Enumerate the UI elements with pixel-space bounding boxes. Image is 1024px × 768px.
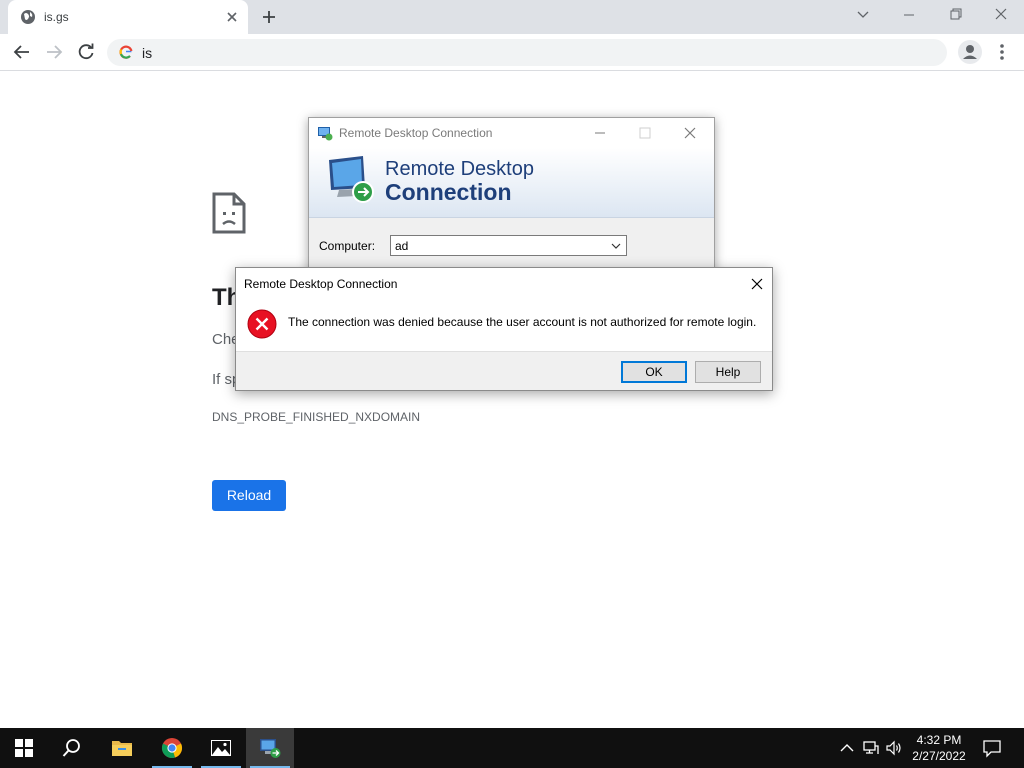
rdc-title-bar[interactable]: Remote Desktop Connection: [309, 118, 714, 148]
dialog-button-bar: OK Help: [236, 351, 772, 390]
browser-toolbar: is: [0, 34, 1024, 71]
taskbar-chrome[interactable]: [148, 728, 196, 768]
taskbar-file-explorer[interactable]: [98, 728, 146, 768]
image-icon: [211, 740, 231, 756]
computer-combobox[interactable]: ad: [390, 235, 627, 256]
dialog-close-icon[interactable]: [749, 276, 765, 292]
search-icon: [62, 739, 80, 757]
taskbar-search-button[interactable]: [48, 728, 96, 768]
rdc-banner-line1: Remote Desktop: [385, 158, 534, 180]
close-window-icon[interactable]: [990, 6, 1012, 24]
tab-title: is.gs: [44, 10, 69, 24]
taskbar-remote-desktop[interactable]: [246, 728, 294, 768]
reload-icon[interactable]: [76, 42, 96, 62]
rdc-window-title: Remote Desktop Connection: [339, 126, 493, 140]
back-arrow-icon[interactable]: [12, 42, 32, 62]
rdc-banner-line2: Connection: [385, 179, 512, 205]
tab-search-chevron-icon[interactable]: [852, 6, 874, 24]
address-text: is: [142, 45, 153, 61]
taskbar-clock[interactable]: 4:32 PM 2/27/2022: [906, 732, 972, 764]
chevron-down-icon[interactable]: [610, 240, 622, 252]
browser-tab[interactable]: is.gs: [8, 0, 248, 34]
rdc-minimize-icon[interactable]: [592, 125, 608, 141]
sad-page-icon: [212, 192, 246, 234]
windows-logo-icon: [15, 739, 33, 757]
chevron-up-icon[interactable]: [838, 739, 856, 757]
forward-arrow-icon[interactable]: [44, 42, 64, 62]
remote-desktop-app-icon: [318, 127, 333, 141]
clock-date: 2/27/2022: [912, 749, 966, 763]
volume-icon[interactable]: [885, 739, 903, 757]
error-dialog-title: Remote Desktop Connection: [244, 277, 398, 291]
start-button[interactable]: [0, 728, 48, 768]
remote-desktop-monitor-icon: [329, 156, 374, 203]
taskbar-photos[interactable]: [197, 728, 245, 768]
profile-avatar-icon[interactable]: [958, 40, 982, 64]
folder-icon: [112, 741, 132, 756]
rdc-banner: Remote Desktop Connection: [309, 148, 714, 218]
rdc-window: Remote Desktop Connection Remote Desktop…: [308, 117, 715, 277]
error-dialog: Remote Desktop Connection The connection…: [235, 267, 773, 391]
rdc-maximize-icon: [639, 127, 651, 139]
minimize-icon[interactable]: [898, 6, 920, 24]
taskbar: 4:32 PM 2/27/2022: [0, 728, 1024, 768]
tab-strip: is.gs: [0, 0, 1024, 34]
close-tab-icon[interactable]: [224, 9, 240, 25]
menu-kebab-icon[interactable]: [994, 42, 1010, 62]
error-code: DNS_PROBE_FINISHED_NXDOMAIN: [212, 410, 421, 424]
computer-value: ad: [395, 239, 409, 253]
error-x-icon: [247, 309, 277, 339]
restore-icon[interactable]: [944, 6, 966, 24]
address-bar[interactable]: is: [107, 39, 947, 66]
error-message: The connection was denied because the us…: [288, 315, 757, 329]
help-button[interactable]: Help: [695, 361, 761, 383]
computer-label: Computer:: [319, 239, 376, 253]
rdc-close-icon[interactable]: [682, 125, 698, 141]
notification-icon[interactable]: [982, 738, 1002, 758]
network-icon[interactable]: [862, 739, 880, 757]
chrome-icon: [161, 738, 183, 758]
new-tab-icon[interactable]: [260, 8, 278, 26]
ok-button[interactable]: OK: [621, 361, 687, 383]
google-g-icon: [119, 45, 133, 59]
globe-icon: [21, 10, 35, 24]
remote-desktop-icon: [260, 739, 281, 758]
reload-button[interactable]: Reload: [212, 480, 286, 511]
clock-time: 4:32 PM: [916, 733, 962, 747]
